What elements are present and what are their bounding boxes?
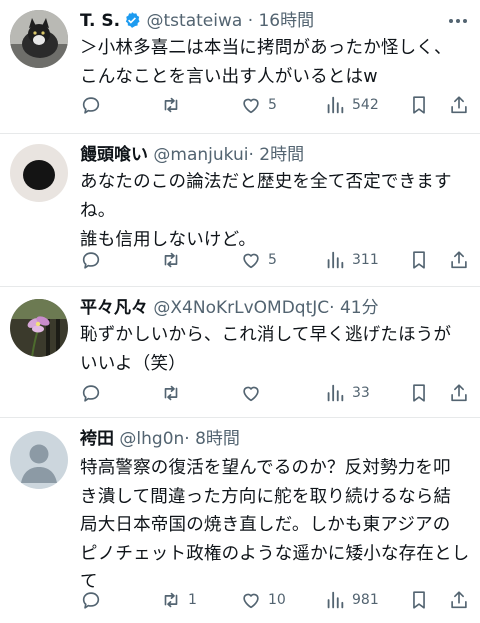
like-icon	[243, 386, 259, 402]
tweet-header: 袴田 @lhg0n· 8時間	[80, 426, 240, 452]
tweet-header: 平々凡々 @X4NoKrLvOMDqtJC· 41分	[80, 295, 379, 321]
handle[interactable]: @X4NoKrLvOMDqtJC	[153, 298, 329, 318]
timestamp[interactable]: · 16時間	[248, 11, 314, 31]
timestamp[interactable]: · 2時間	[248, 145, 304, 165]
views-button[interactable]: 542	[324, 93, 379, 117]
action-bar: 1 10 981	[80, 588, 470, 612]
bookmark-button[interactable]	[408, 588, 430, 612]
share-icon	[451, 384, 467, 402]
reply-button[interactable]	[80, 588, 108, 612]
reply-icon	[82, 252, 100, 269]
retweet-button[interactable]: 1	[160, 588, 197, 612]
views-icon	[327, 96, 344, 114]
timestamp[interactable]: · 41分	[329, 298, 378, 318]
more-button[interactable]	[446, 10, 470, 32]
avatar[interactable]	[10, 431, 68, 489]
tweet-header: T. S. @tstateiwa · 16時間	[80, 8, 314, 34]
tweet-text: あなたのこの論法だと歴史を全て否定できます ね。 誰も信用しないけど。	[80, 172, 452, 250]
display-name[interactable]: 平々凡々	[80, 298, 148, 318]
retweet-count: 1	[188, 592, 197, 608]
reply-icon	[82, 97, 100, 114]
like-count: 5	[268, 97, 277, 113]
display-name[interactable]: T. S.	[80, 11, 120, 31]
retweet-icon	[164, 97, 178, 113]
view-count: 33	[352, 385, 370, 401]
handle[interactable]: @lhg0n	[119, 429, 184, 449]
views-button[interactable]: 33	[324, 381, 370, 405]
display-name[interactable]: 饅頭喰い	[80, 145, 148, 165]
like-count: 5	[268, 252, 277, 268]
share-button[interactable]	[448, 248, 470, 272]
retweet-button[interactable]	[160, 93, 188, 117]
flower-avatar-image	[10, 299, 68, 357]
retweet-icon	[164, 252, 178, 268]
avatar[interactable]	[10, 144, 68, 202]
retweet-icon	[164, 385, 178, 401]
views-icon	[327, 251, 344, 269]
handle[interactable]: @tstateiwa	[147, 11, 243, 31]
tweet-text: ＞小林多喜二は本当に拷問があったか怪しく、 こんなことを言い出す人がいるとはw	[80, 38, 452, 87]
view-count: 981	[352, 592, 379, 608]
share-icon	[451, 591, 467, 609]
display-name[interactable]: 袴田	[80, 429, 114, 449]
tweet-3[interactable]: 平々凡々 @X4NoKrLvOMDqtJC· 41分 恥ずかしいから、これ消して…	[0, 287, 480, 417]
avatar[interactable]	[10, 299, 68, 357]
share-button[interactable]	[448, 93, 470, 117]
reply-button[interactable]	[80, 93, 108, 117]
like-button[interactable]: 5	[240, 93, 277, 117]
bookmark-button[interactable]	[408, 93, 430, 117]
action-bar: 33	[80, 381, 470, 405]
more-icon	[449, 19, 467, 23]
handle[interactable]: @manjukui	[153, 145, 248, 165]
bookmark-icon	[413, 251, 425, 269]
like-button[interactable]: 10	[240, 588, 286, 612]
action-bar: 5 311	[80, 248, 470, 272]
share-icon	[451, 96, 467, 114]
tweet-header: 饅頭喰い @manjukui· 2時間	[80, 142, 304, 168]
avatar[interactable]	[10, 10, 68, 68]
bookmark-icon	[413, 591, 425, 609]
bookmark-button[interactable]	[408, 381, 430, 405]
reply-icon	[82, 385, 100, 402]
default-person-avatar-image	[10, 431, 68, 489]
views-button[interactable]: 981	[324, 588, 379, 612]
like-button[interactable]: 5	[240, 248, 277, 272]
view-count: 542	[352, 97, 379, 113]
retweet-button[interactable]	[160, 381, 188, 405]
views-icon	[327, 384, 344, 402]
retweet-icon	[164, 592, 178, 608]
like-icon	[243, 253, 259, 269]
views-button[interactable]: 311	[324, 248, 379, 272]
tweet-2[interactable]: 饅頭喰い @manjukui· 2時間 あなたのこの論法だと歴史を全て否定できま…	[0, 134, 480, 286]
bookmark-button[interactable]	[408, 248, 430, 272]
cat-avatar-image	[10, 10, 68, 68]
retweet-button[interactable]	[160, 248, 188, 272]
reply-button[interactable]	[80, 248, 108, 272]
tweet-4[interactable]: 袴田 @lhg0n· 8時間 特高警察の復活を望んでるのか？反対勢力を叩 き潰し…	[0, 418, 480, 623]
tweet-text: 特高警察の復活を望んでるのか？反対勢力を叩 き潰して間違った方向に舵を取り続ける…	[80, 458, 470, 592]
share-icon	[451, 251, 467, 269]
timestamp[interactable]: · 8時間	[184, 429, 240, 449]
tweet-1[interactable]: T. S. @tstateiwa · 16時間 ＞小林多喜二は本当に拷問があった…	[0, 0, 480, 133]
bookmark-icon	[413, 96, 425, 114]
reply-button[interactable]	[80, 381, 108, 405]
view-count: 311	[352, 252, 379, 268]
black-circle-avatar-image	[10, 144, 68, 202]
verified-badge-icon	[125, 12, 140, 28]
views-icon	[327, 591, 344, 609]
tweet-text: 恥ずかしいから、これ消して早く逃げたほうが いいよ（笑）	[80, 325, 452, 374]
reply-icon	[82, 592, 100, 609]
like-icon	[243, 98, 259, 114]
action-bar: 5 542	[80, 93, 470, 117]
share-button[interactable]	[448, 381, 470, 405]
like-count: 10	[268, 592, 286, 608]
bookmark-icon	[413, 384, 425, 402]
like-button[interactable]	[240, 381, 268, 405]
share-button[interactable]	[448, 588, 470, 612]
like-icon	[243, 593, 259, 609]
